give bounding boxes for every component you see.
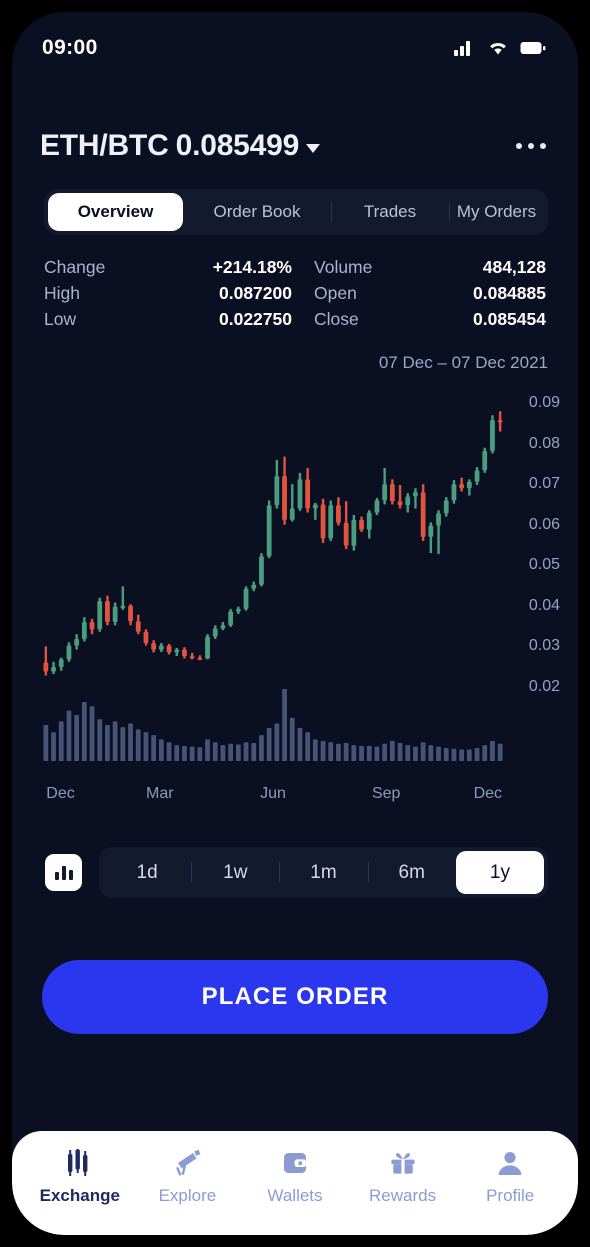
range-1w[interactable]: 1w bbox=[191, 851, 279, 894]
stat-change-value: +214.18% bbox=[212, 257, 292, 277]
place-order-button[interactable]: PLACE ORDER bbox=[42, 959, 548, 1034]
tab-overview[interactable]: Overview bbox=[48, 193, 183, 231]
tab-overview-label: Overview bbox=[77, 202, 154, 221]
tab-my-orders[interactable]: My Orders bbox=[449, 193, 544, 231]
nav-label-exchange: Exchange bbox=[39, 1186, 120, 1205]
tab-trades-label: Trades bbox=[363, 202, 417, 221]
x-axis-tick: Dec bbox=[46, 785, 75, 802]
y-axis-tick: 0.09 bbox=[528, 394, 560, 412]
y-axis-tick: 0.02 bbox=[528, 677, 560, 695]
stat-open-value: 0.084885 bbox=[473, 283, 546, 303]
nav-item-rewards[interactable]: Rewards bbox=[349, 1147, 457, 1206]
tab-trades[interactable]: Trades bbox=[331, 193, 449, 231]
phone-frame: 09:00 ETH/BTC 0.085499 Overview Order Bo… bbox=[0, 0, 590, 1247]
bottom-navigation: Exchange Explore Wallets Rewards Profile bbox=[12, 1131, 578, 1235]
nav-item-wallets[interactable]: Wallets bbox=[241, 1147, 349, 1206]
y-axis-tick: 0.03 bbox=[528, 637, 560, 655]
y-axis-tick: 0.04 bbox=[528, 596, 560, 614]
chart-date-range: 07 Dec – 07 Dec 2021 bbox=[378, 353, 548, 372]
y-axis-tick: 0.08 bbox=[528, 434, 560, 452]
candlestick-icon bbox=[65, 1147, 95, 1179]
chevron-down-icon bbox=[306, 144, 321, 153]
more-dot bbox=[540, 143, 546, 149]
stat-high-value: 0.087200 bbox=[219, 283, 292, 303]
stat-volume-value: 484,128 bbox=[482, 257, 546, 277]
nav-label-profile: Profile bbox=[486, 1186, 535, 1205]
person-icon bbox=[495, 1147, 525, 1179]
x-axis-tick: Sep bbox=[371, 785, 401, 802]
range-1m-label: 1m bbox=[310, 861, 337, 883]
bar-chart-bar bbox=[61, 866, 66, 880]
order-action-area: PLACE ORDER bbox=[12, 898, 578, 1131]
range-1w-label: 1w bbox=[223, 861, 248, 883]
pair-price: 0.085499 bbox=[175, 129, 300, 162]
battery-icon bbox=[520, 42, 546, 54]
stat-low-value: 0.022750 bbox=[219, 309, 292, 329]
y-axis-tick: 0.06 bbox=[528, 515, 560, 533]
page-header: ETH/BTC 0.085499 bbox=[12, 74, 578, 163]
status-bar: 09:00 bbox=[12, 12, 578, 74]
tab-my-orders-label: My Orders bbox=[456, 202, 537, 221]
gift-icon bbox=[388, 1147, 418, 1179]
stat-change-label: Change bbox=[44, 257, 106, 277]
status-icons bbox=[454, 40, 546, 56]
chart-controls: 1d 1w 1m 6m 1y bbox=[45, 847, 548, 898]
bar-chart-icon[interactable] bbox=[45, 854, 82, 891]
wallet-icon bbox=[280, 1147, 310, 1179]
range-1y[interactable]: 1y bbox=[455, 851, 545, 894]
signal-icon bbox=[454, 41, 470, 56]
telescope-icon bbox=[172, 1147, 202, 1179]
range-6m[interactable]: 6m bbox=[367, 851, 456, 894]
range-6m-label: 6m bbox=[398, 861, 425, 883]
stat-close-label: Close bbox=[314, 309, 359, 329]
y-axis-tick: 0.05 bbox=[528, 556, 560, 574]
status-time: 09:00 bbox=[42, 36, 98, 59]
range-1d-label: 1d bbox=[136, 861, 158, 883]
nav-label-rewards: Rewards bbox=[369, 1186, 437, 1205]
stat-open-label: Open bbox=[314, 283, 357, 303]
nav-label-explore: Explore bbox=[158, 1186, 217, 1205]
pair-symbol: ETH/BTC bbox=[40, 129, 169, 162]
range-1m[interactable]: 1m bbox=[279, 851, 367, 894]
tab-order-book-label: Order Book bbox=[213, 202, 301, 221]
x-axis-tick: Jun bbox=[260, 785, 286, 802]
pair-selector[interactable]: ETH/BTC 0.085499 bbox=[40, 129, 321, 163]
y-axis-tick: 0.07 bbox=[528, 475, 560, 493]
tab-order-book[interactable]: Order Book bbox=[183, 193, 331, 231]
stat-volume-label: Volume bbox=[314, 257, 373, 277]
nav-item-explore[interactable]: Explore bbox=[134, 1147, 242, 1206]
time-range-selector: 1d 1w 1m 6m 1y bbox=[99, 847, 548, 898]
stat-low-label: Low bbox=[44, 309, 77, 329]
range-1y-label: 1y bbox=[489, 861, 510, 883]
nav-label-wallets: Wallets bbox=[267, 1186, 323, 1205]
stat-high-label: High bbox=[44, 283, 80, 303]
market-stats: Change +214.18% Volume 484,128 High 0.08… bbox=[44, 257, 546, 330]
stat-close-value: 0.085454 bbox=[473, 309, 546, 329]
chart-y-axis: 0.09 0.08 0.07 0.06 0.05 0.04 0.03 0.02 bbox=[490, 383, 560, 783]
more-dot bbox=[516, 143, 522, 149]
bar-chart-bar bbox=[68, 870, 73, 880]
bar-chart-bar bbox=[54, 872, 59, 880]
chart-x-axis: Dec Mar Jun Sep Dec bbox=[12, 785, 578, 819]
price-chart[interactable]: 0.09 0.08 0.07 0.06 0.05 0.04 0.03 0.02 bbox=[12, 383, 578, 783]
section-tabs: Overview Order Book Trades My Orders bbox=[44, 189, 548, 235]
app-screen: 09:00 ETH/BTC 0.085499 Overview Order Bo… bbox=[12, 12, 578, 1235]
wifi-icon bbox=[490, 42, 506, 55]
x-axis-tick: Mar bbox=[146, 785, 174, 802]
more-dot bbox=[528, 143, 534, 149]
nav-item-profile[interactable]: Profile bbox=[456, 1147, 564, 1206]
x-axis-tick: Dec bbox=[473, 785, 503, 802]
nav-item-exchange[interactable]: Exchange bbox=[26, 1147, 134, 1206]
range-1d[interactable]: 1d bbox=[103, 851, 191, 894]
more-options-button[interactable] bbox=[514, 135, 548, 157]
